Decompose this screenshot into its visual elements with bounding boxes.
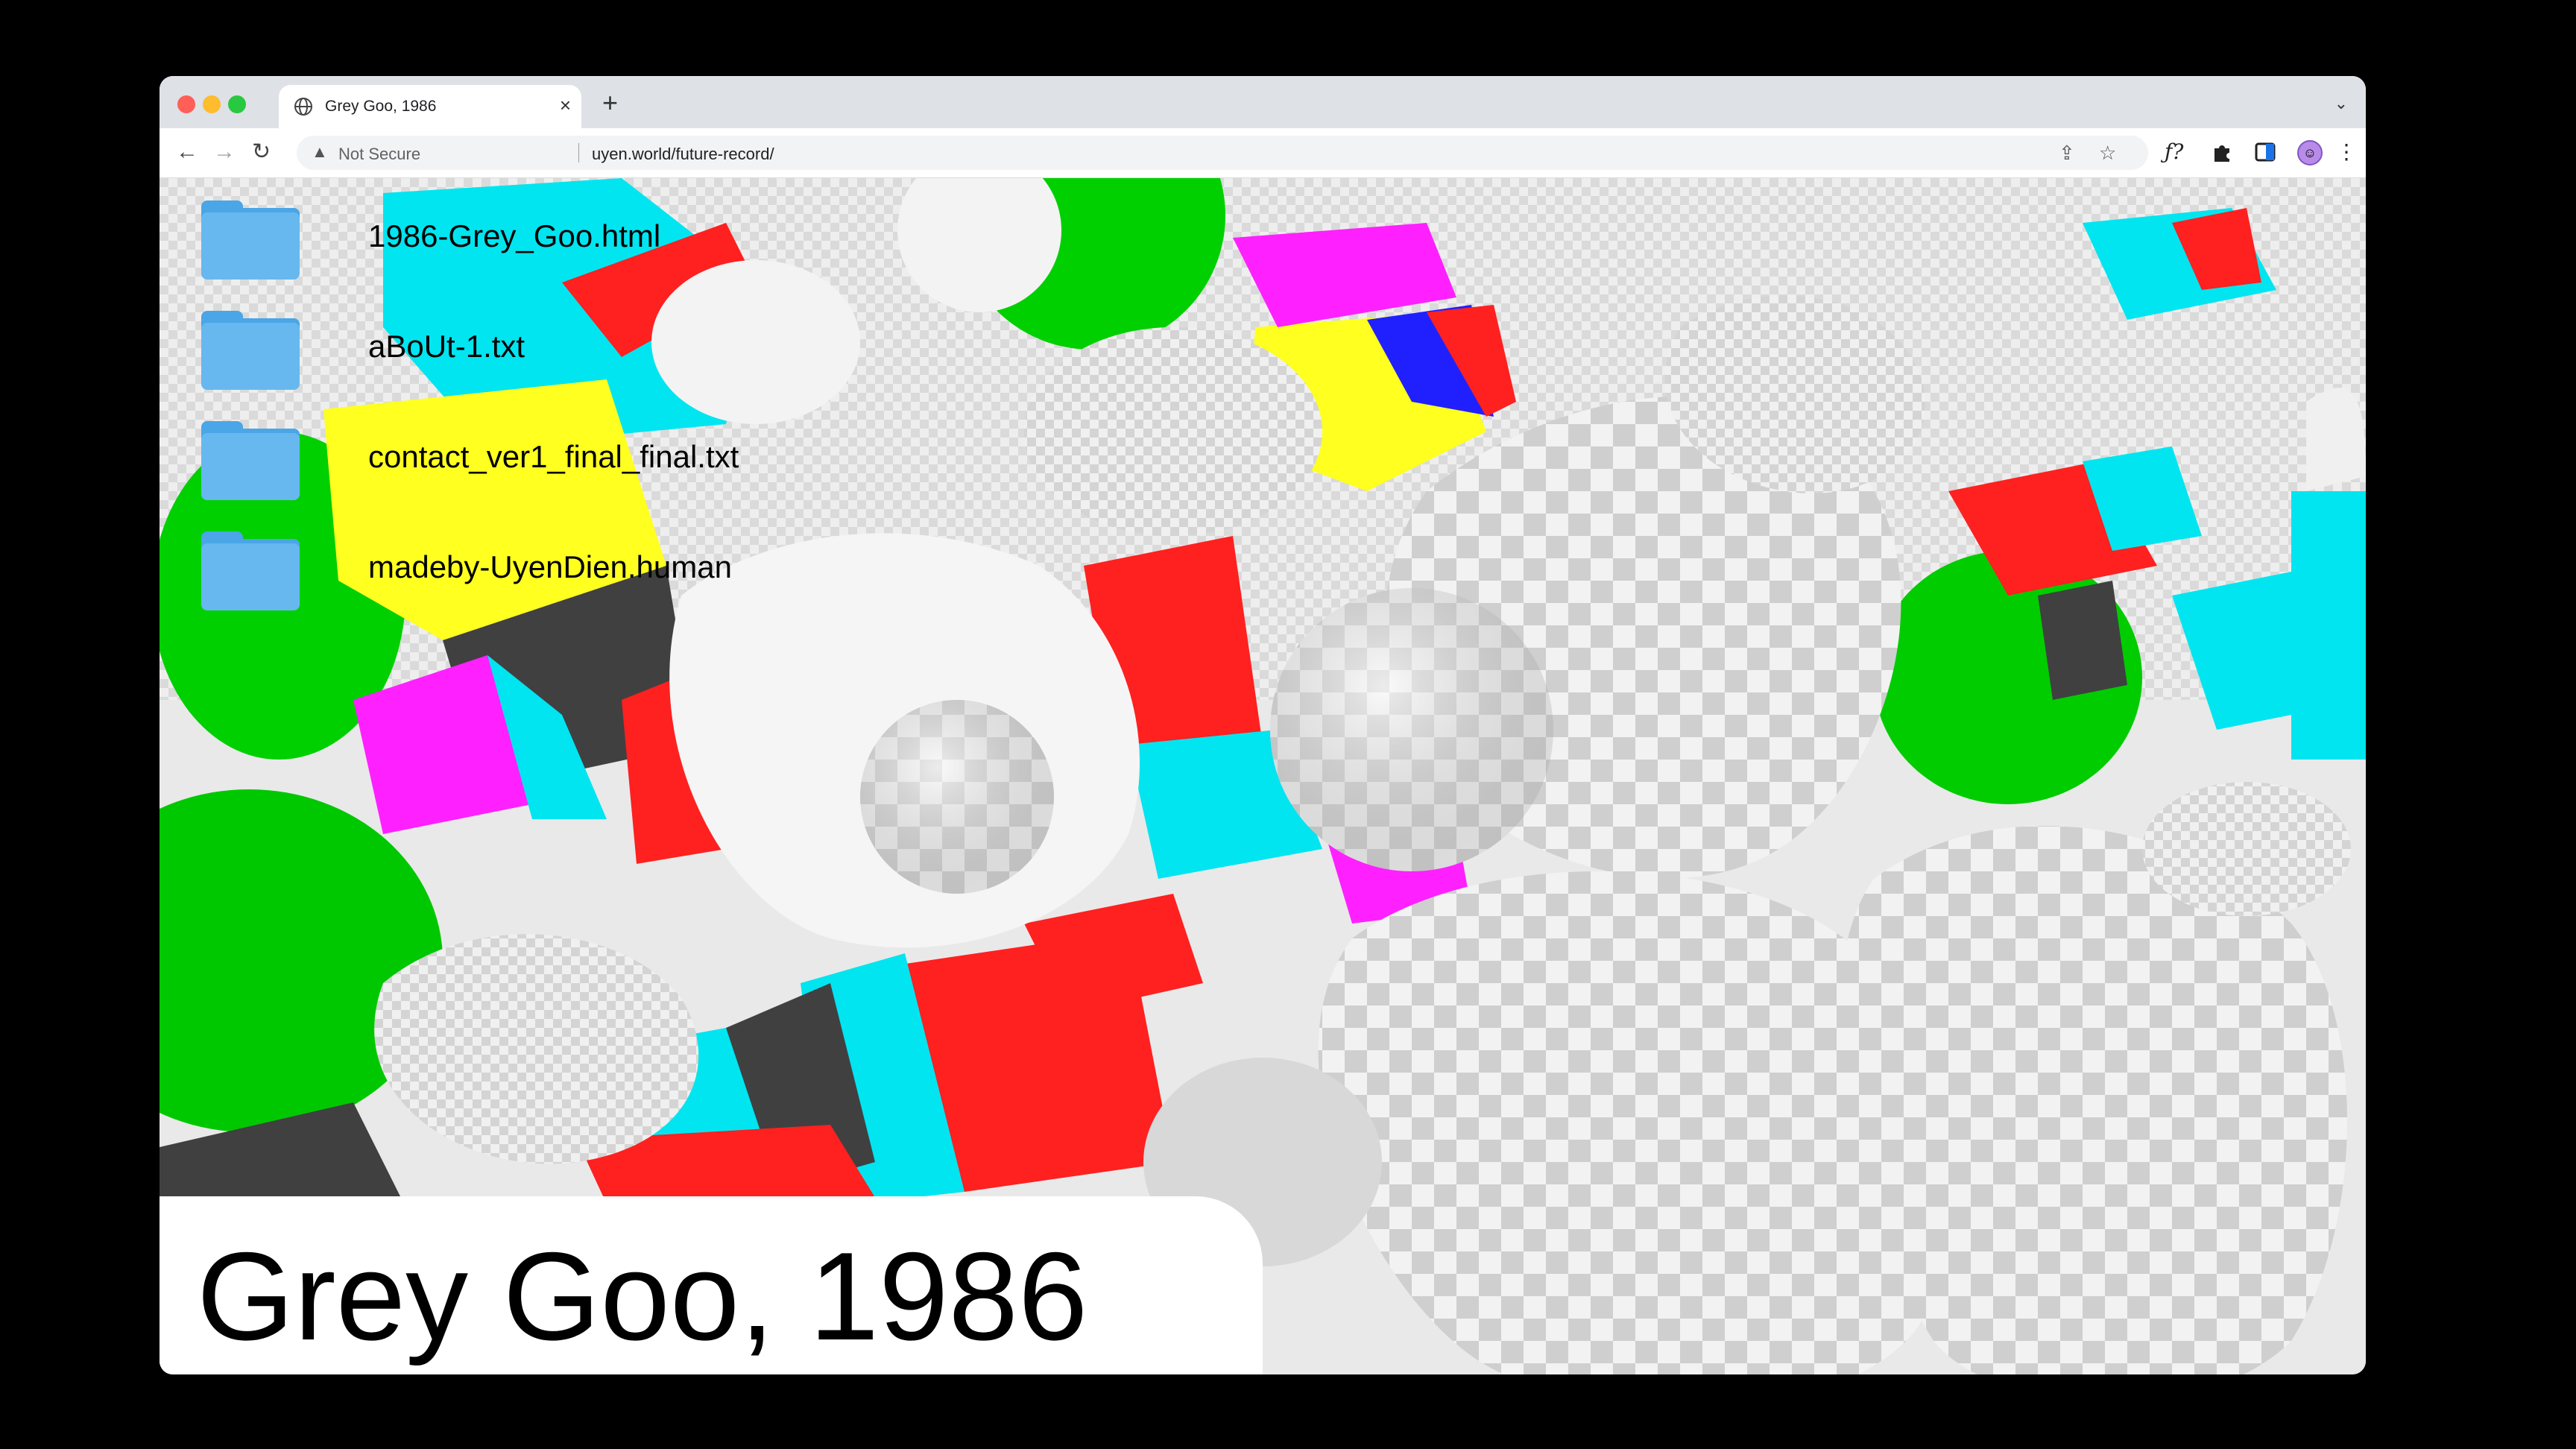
security-label[interactable]: Not Secure [338,145,420,164]
share-icon[interactable]: ⇪ [2059,142,2075,165]
toolbar: ← → ↻ ▲ Not Secure uyen.world/future-rec… [160,128,2366,178]
maximize-window-button[interactable] [228,95,246,113]
file-label: madeby-UyenDien.human [368,549,732,584]
profile-avatar[interactable]: ☺ [2297,140,2323,165]
file-label: contact_ver1_final_final.txt [368,439,739,474]
page-title: Grey Goo, 1986 [197,1226,1088,1366]
webgl-canvas[interactable]: 1986-Grey_Goo.html aBoUt-1.txt contact_v… [160,178,2366,1374]
omnibox-divider [578,143,579,162]
desktop-file-grey-goo[interactable]: 1986-Grey_Goo.html [201,201,798,290]
reload-icon[interactable]: ↻ [252,139,271,165]
forward-icon[interactable]: → [213,139,236,165]
desktop-file-contact[interactable]: contact_ver1_final_final.txt [201,421,798,511]
folder-icon [201,531,300,610]
desktop-file-madeby[interactable]: madeby-UyenDien.human [201,531,798,621]
puzzle-extensions-icon[interactable] [2211,141,2233,163]
star-icon[interactable]: ☆ [2099,142,2116,165]
folder-icon [201,201,300,280]
file-label: 1986-Grey_Goo.html [368,218,661,253]
warning-icon[interactable]: ▲ [312,142,328,162]
close-tab-icon[interactable]: × [560,94,571,116]
folder-icon [201,311,300,390]
file-label: aBoUt-1.txt [368,329,525,364]
browser-window: Grey Goo, 1986 × + ⌄ ← → ↻ ▲ Not Secure … [160,76,2366,1374]
tab-grey-goo[interactable]: Grey Goo, 1986 × [279,85,581,128]
tab-title: Grey Goo, 1986 [325,98,437,115]
url-text[interactable]: uyen.world/future-record/ [592,145,774,164]
minimize-window-button[interactable] [203,95,221,113]
folder-icon [201,421,300,500]
formula-extension-icon[interactable]: ƒ? [2165,139,2183,165]
close-window-button[interactable] [177,95,195,113]
address-bar[interactable]: ▲ Not Secure uyen.world/future-record/ ⇪… [297,136,2148,170]
tab-search-icon[interactable]: ⌄ [2334,94,2348,113]
menu-icon[interactable]: ⋮ [2336,139,2357,165]
desktop-file-about[interactable]: aBoUt-1.txt [201,311,798,400]
title-card: Grey Goo, 1986 [160,1196,1263,1374]
new-tab-button[interactable]: + [602,89,618,116]
sidebar-icon[interactable] [2254,141,2276,163]
tab-strip: Grey Goo, 1986 × + ⌄ [160,76,2366,128]
globe-icon [294,98,312,116]
back-icon[interactable]: ← [176,139,198,165]
